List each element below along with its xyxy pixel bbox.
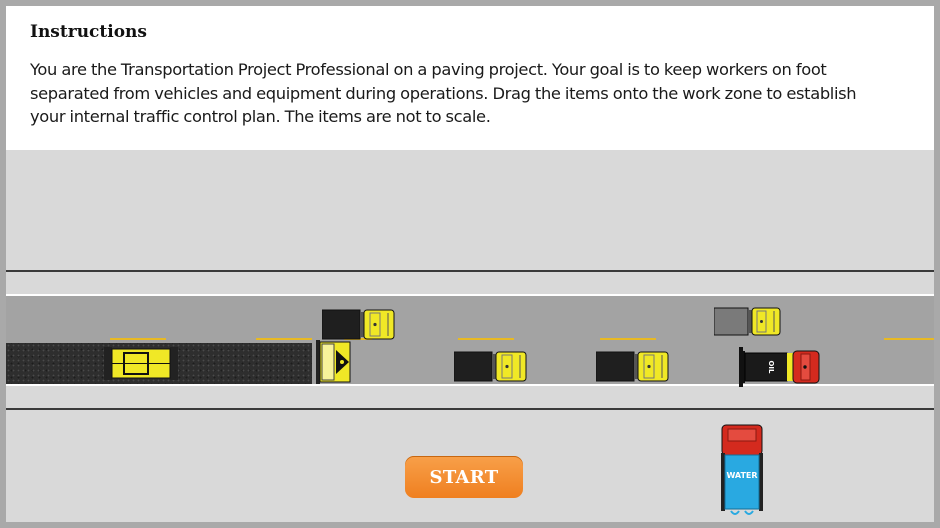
dump-truck-icon[interactable]	[322, 309, 396, 340]
dump-truck-icon[interactable]	[454, 351, 528, 382]
lane-stripe	[110, 338, 166, 340]
work-zone-scene[interactable]: OIL WATER START	[6, 150, 934, 522]
lane-stripe	[600, 338, 656, 340]
lane-stripe	[884, 338, 934, 340]
water-label: WATER	[726, 471, 757, 480]
water-truck-icon[interactable]: WATER	[719, 423, 765, 519]
oil-distributor-truck-icon[interactable]: OIL	[739, 347, 821, 387]
oil-label: OIL	[767, 360, 775, 374]
instructions-panel: Instructions You are the Transportation …	[6, 6, 934, 150]
game-frame: Instructions You are the Transportation …	[6, 6, 934, 522]
lower-edge-line	[6, 408, 934, 410]
lane-stripe	[458, 338, 514, 340]
asphalt-paver-icon[interactable]	[316, 340, 352, 384]
dump-truck-icon[interactable]	[596, 351, 670, 382]
instructions-text: You are the Transportation Project Profe…	[30, 60, 857, 126]
flatbed-truck-icon[interactable]	[714, 307, 782, 336]
roller-compactor-icon[interactable]	[102, 345, 180, 382]
lane-stripe	[256, 338, 312, 340]
start-button[interactable]: START	[405, 456, 523, 498]
upper-edge-line	[6, 270, 934, 272]
instructions-title: Instructions	[30, 22, 147, 42]
